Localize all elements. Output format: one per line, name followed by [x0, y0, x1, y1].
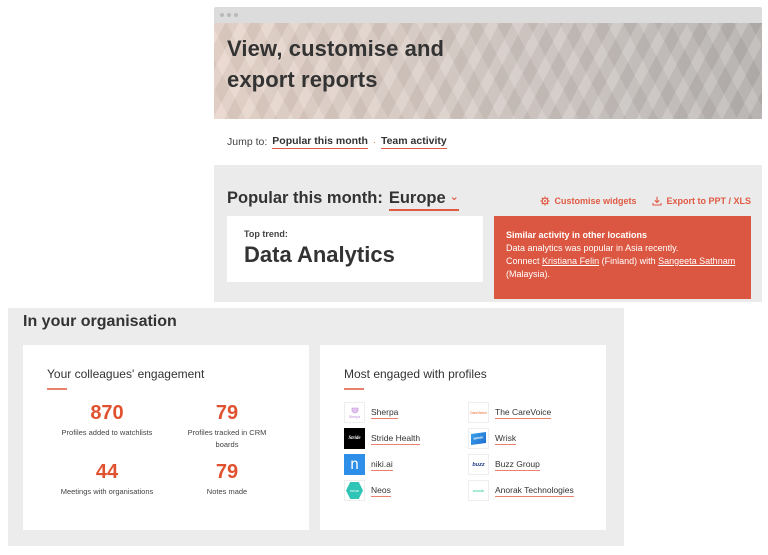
popular-heading: Popular this month: Europe ⌄: [227, 189, 459, 211]
stat-item: 79 Notes made: [167, 461, 287, 498]
stat-item: 44 Meetings with organisations: [47, 461, 167, 498]
person-link-kristiana[interactable]: Kristiana Felin: [542, 256, 599, 266]
export-button[interactable]: Export to PPT / XLS: [652, 196, 751, 206]
profile-link-stride-health[interactable]: Stride Stride Health: [344, 428, 468, 449]
page-title: View, customise and export reports: [227, 36, 445, 92]
engagement-title: Your colleagues' engagement: [47, 367, 205, 381]
profile-link-carevoice[interactable]: CareVoice The CareVoice: [468, 402, 592, 423]
niki-logo-icon: n: [344, 454, 365, 475]
person1-location: (Finland) with: [601, 256, 656, 266]
profile-link-wrisk[interactable]: WRISK Wrisk: [468, 428, 592, 449]
neos-logo-icon: neos: [344, 480, 365, 501]
stat-label: Notes made: [206, 487, 248, 496]
profile-name: Neos: [371, 484, 391, 497]
stat-value: 44: [95, 461, 119, 483]
wrisk-logo-text: WRISK: [471, 431, 486, 446]
person-link-sangeeta[interactable]: Sangeeta Sathnam: [658, 256, 735, 266]
connect-label: Connect: [506, 256, 540, 266]
profile-name: Buzz Group: [495, 458, 540, 471]
region-dropdown[interactable]: Europe ⌄: [388, 189, 459, 211]
popular-section: Popular this month: Europe ⌄ Customise w…: [214, 165, 762, 302]
engagement-card: Your colleagues' engagement 870 Profiles…: [23, 345, 309, 530]
engagement-stats: 870 Profiles added to watchlists 79 Prof…: [47, 402, 287, 498]
customise-widgets-button[interactable]: Customise widgets: [540, 196, 636, 206]
organisation-panel: In your organisation Your colleagues' en…: [8, 308, 624, 546]
profile-name: Sherpa: [371, 406, 399, 419]
profiles-list: Sherpa Sherpa CareVoice The CareVoice St…: [344, 402, 594, 501]
buzz-logo-icon: buzz: [468, 454, 489, 475]
stride-logo-icon: Stride: [344, 428, 365, 449]
profile-name: The CareVoice: [495, 406, 552, 419]
carevoice-logo-text: CareVoice: [470, 410, 487, 415]
top-trend-card: Top trend: Data Analytics: [227, 216, 483, 282]
stat-value: 79: [215, 402, 239, 424]
buzz-logo-text: buzz: [472, 461, 485, 468]
window-dot-icon: [234, 13, 238, 17]
window-dot-icon: [220, 13, 224, 17]
profiles-card: Most engaged with profiles Sherpa Sherpa…: [320, 345, 606, 530]
neos-logo-text: neos: [346, 482, 363, 499]
stride-logo-text: Stride: [348, 436, 361, 441]
stat-item: 79 Profiles tracked in CRM boards: [167, 402, 287, 451]
sherpa-logo-icon: Sherpa: [344, 402, 365, 423]
similar-activity-card: Similar activity in other locations Data…: [494, 216, 751, 299]
stat-label: Profiles tracked in CRM boards: [187, 428, 267, 449]
jump-link-team-activity[interactable]: Team activity: [380, 135, 447, 149]
profile-link-buzz-group[interactable]: buzz Buzz Group: [468, 454, 592, 475]
jump-to-nav: Jump to: Popular this month · Team activ…: [214, 119, 762, 165]
anorak-logo-icon: anorak: [468, 480, 489, 501]
stat-value: 870: [90, 402, 124, 424]
sherpa-logo-text: Sherpa: [348, 414, 361, 419]
profile-link-anorak[interactable]: anorak Anorak Technologies: [468, 480, 592, 501]
browser-title-bar: [214, 7, 762, 23]
title-underline: [344, 388, 364, 390]
anorak-logo-text: anorak: [472, 488, 485, 493]
chevron-down-icon: ⌄: [449, 191, 459, 203]
profile-link-niki[interactable]: n niki.ai: [344, 454, 468, 475]
stat-label: Meetings with organisations: [60, 487, 154, 496]
profile-name: niki.ai: [371, 458, 393, 471]
similar-activity-text: Data analytics was popular in Asia recen…: [506, 243, 679, 253]
customise-widgets-label: Customise widgets: [554, 196, 637, 206]
reports-browser-window: View, customise and export reports Jump …: [214, 7, 762, 302]
export-label: Export to PPT / XLS: [666, 196, 751, 206]
similar-activity-connect: Connect Kristiana Felin (Finland) with S…: [506, 255, 739, 281]
person2-location: (Malaysia).: [506, 269, 551, 279]
profile-name: Anorak Technologies: [495, 484, 574, 497]
hero-banner: View, customise and export reports: [214, 23, 762, 119]
window-dot-icon: [227, 13, 231, 17]
jump-separator: ·: [372, 137, 376, 147]
title-underline: [47, 388, 67, 390]
jump-link-popular[interactable]: Popular this month: [272, 135, 368, 149]
profile-name: Stride Health: [371, 432, 421, 445]
profiles-title: Most engaged with profiles: [344, 367, 487, 381]
wrisk-logo-icon: WRISK: [468, 428, 489, 449]
profile-name: Wrisk: [495, 432, 517, 445]
stat-value: 79: [215, 461, 239, 483]
download-icon: [652, 196, 663, 206]
profile-link-neos[interactable]: neos Neos: [344, 480, 468, 501]
organisation-title: In your organisation: [23, 313, 177, 330]
similar-activity-title: Similar activity in other locations: [506, 230, 648, 240]
report-actions: Customise widgets Export to PPT / XLS: [540, 196, 751, 206]
carevoice-logo-icon: CareVoice: [468, 402, 489, 423]
region-value: Europe: [388, 189, 446, 207]
popular-heading-label: Popular this month:: [227, 189, 383, 207]
profile-link-sherpa[interactable]: Sherpa Sherpa: [344, 402, 468, 423]
top-trend-label: Top trend:: [244, 229, 288, 239]
jump-to-label: Jump to:: [227, 136, 268, 148]
niki-logo-text: n: [349, 455, 360, 473]
gear-icon: [540, 196, 550, 206]
stat-label: Profiles added to watchlists: [61, 428, 153, 437]
stat-item: 870 Profiles added to watchlists: [47, 402, 167, 451]
top-trend-value: Data Analytics: [244, 242, 395, 267]
